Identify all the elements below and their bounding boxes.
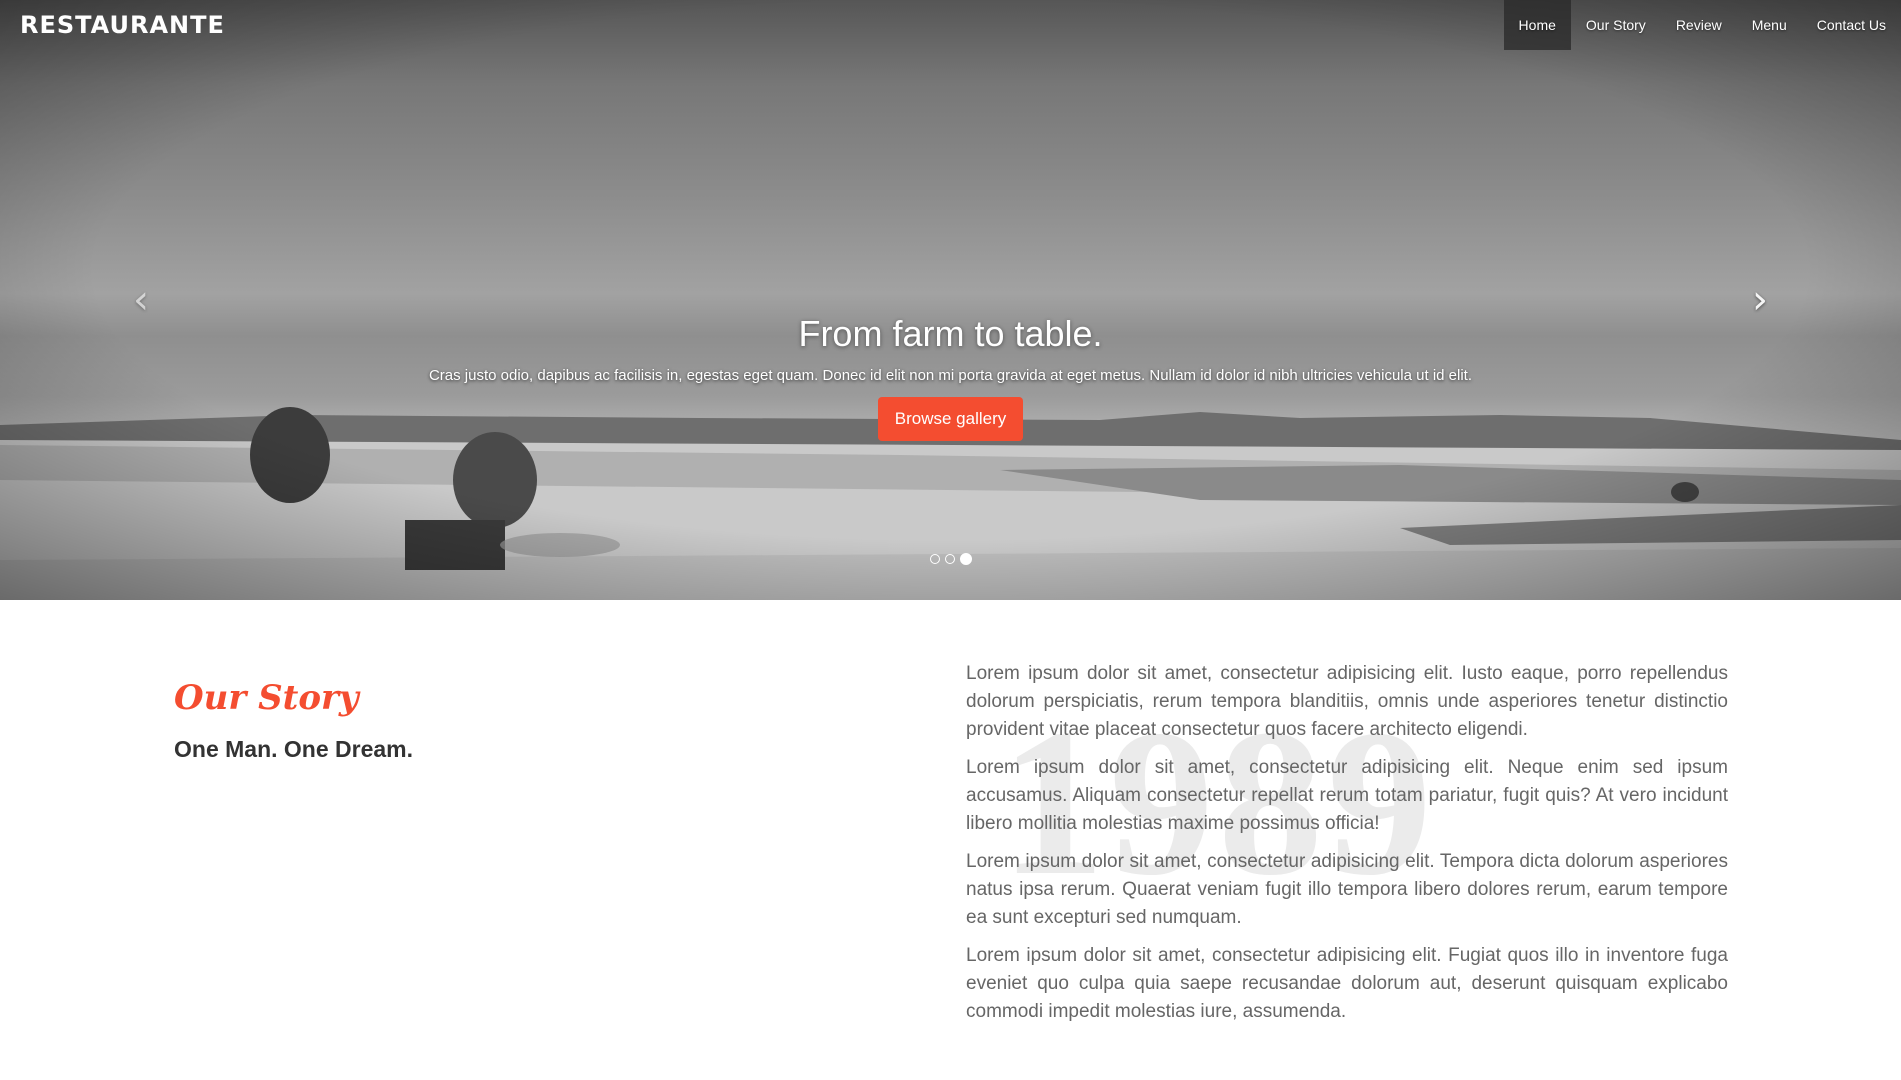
nav-links: Home Our Story Review Menu Contact Us bbox=[1503, 0, 1901, 50]
hero-carousel: RESTAURANTE Home Our Story Review Menu C… bbox=[0, 0, 1901, 600]
story-paragraph: Lorem ipsum dolor sit amet, consectetur … bbox=[966, 663, 1728, 740]
story-paragraph: Lorem ipsum dolor sit amet, consectetur … bbox=[966, 945, 1728, 1022]
hero-text: Cras justo odio, dapibus ac facilisis in… bbox=[428, 367, 1473, 384]
nav-link-menu[interactable]: Menu bbox=[1737, 0, 1802, 50]
our-story-section: Our Story One Man. One Dream. 1989 Lorem… bbox=[0, 600, 1901, 1080]
nav-link-our-story[interactable]: Our Story bbox=[1571, 0, 1661, 50]
hero-title: From farm to table. bbox=[798, 313, 1103, 354]
carousel-indicator-3[interactable] bbox=[960, 553, 972, 565]
nav-link-home[interactable]: Home bbox=[1503, 0, 1571, 50]
brand-logo[interactable]: RESTAURANTE bbox=[20, 11, 225, 39]
story-heading-block: Our Story One Man. One Dream. bbox=[174, 678, 413, 763]
story-text: Lorem ipsum dolor sit amet, consectetur … bbox=[966, 660, 1728, 1036]
story-paragraph: Lorem ipsum dolor sit amet, consectetur … bbox=[966, 757, 1728, 834]
story-title: Our Story bbox=[174, 678, 359, 718]
nav-link-review[interactable]: Review bbox=[1661, 0, 1737, 50]
carousel-indicator-1[interactable] bbox=[930, 554, 940, 564]
carousel-indicator-2[interactable] bbox=[945, 554, 955, 564]
story-paragraph: Lorem ipsum dolor sit amet, consectetur … bbox=[966, 851, 1728, 928]
carousel-caption: From farm to table. Cras justo odio, dap… bbox=[0, 313, 1901, 441]
browse-gallery-button[interactable]: Browse gallery bbox=[877, 397, 1024, 441]
nav-link-contact-us[interactable]: Contact Us bbox=[1802, 0, 1901, 50]
carousel-indicators bbox=[930, 553, 972, 565]
top-navbar: RESTAURANTE Home Our Story Review Menu C… bbox=[0, 0, 1901, 50]
story-subtitle: One Man. One Dream. bbox=[174, 736, 414, 762]
hero-background-image bbox=[0, 0, 1901, 600]
